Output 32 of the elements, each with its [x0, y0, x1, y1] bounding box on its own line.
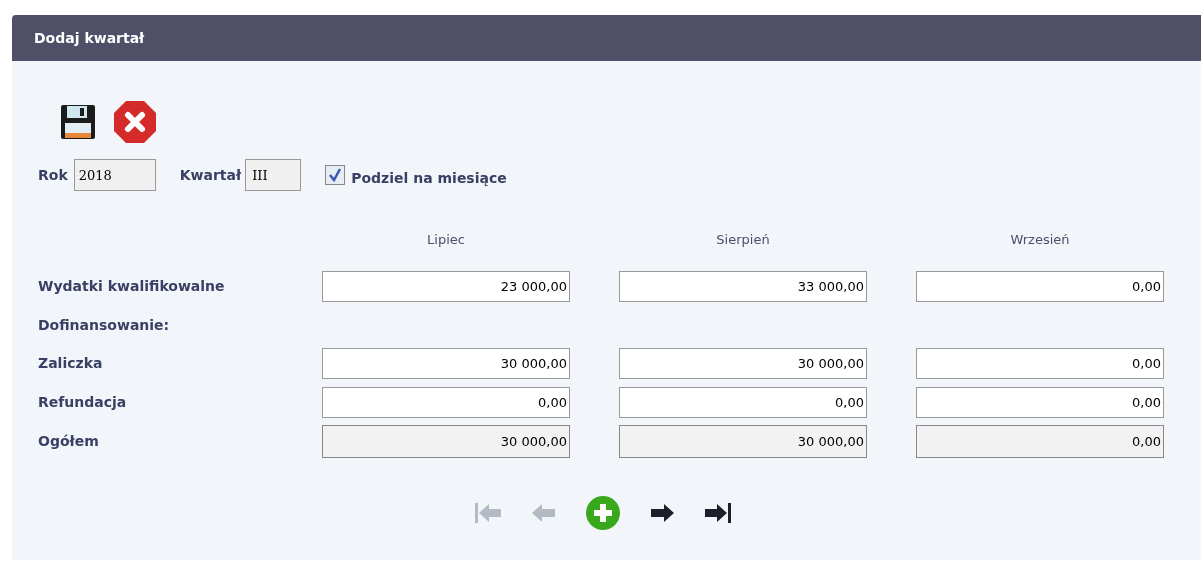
window-title: Dodaj kwartał — [34, 28, 145, 48]
last-page-icon[interactable] — [703, 502, 733, 524]
quarter-label: Kwartał — [179, 165, 242, 185]
year-label: Rok — [38, 165, 68, 185]
amount-field[interactable]: 0,00 — [322, 387, 570, 418]
amount-field[interactable]: 30 000,00 — [322, 348, 570, 379]
add-icon[interactable] — [585, 495, 621, 531]
row-label: Zaliczka — [38, 354, 104, 373]
column-header: Lipiec — [426, 231, 466, 249]
column-header: Wrzesień — [1009, 231, 1071, 249]
amount-field[interactable]: 0,00 — [916, 387, 1164, 418]
amount-field[interactable]: 30 000,00 — [619, 348, 867, 379]
amount-field[interactable]: 0,00 — [619, 387, 867, 418]
row-label: Dofinansowanie: — [38, 315, 171, 335]
year-field[interactable]: 2018 — [73, 159, 156, 191]
column-header: Sierpień — [715, 231, 771, 249]
amount-field[interactable]: 33 000,00 — [619, 271, 867, 302]
total-field[interactable]: 30 000,00 — [619, 425, 867, 458]
save-icon[interactable] — [60, 104, 96, 140]
checkbox[interactable] — [325, 165, 346, 185]
row-label: Refundacja — [38, 393, 128, 412]
total-field[interactable]: 0,00 — [916, 425, 1164, 458]
quarter-field[interactable]: III — [245, 159, 302, 191]
total-field[interactable]: 30 000,00 — [322, 425, 570, 458]
amount-field[interactable]: 0,00 — [916, 271, 1164, 302]
row-label: Wydatki kwalifikowalne — [38, 277, 226, 296]
checkbox-label: Podziel na miesiące — [351, 168, 507, 188]
cancel-icon[interactable] — [112, 99, 158, 145]
next-icon[interactable] — [649, 502, 675, 524]
amount-field[interactable]: 0,00 — [916, 348, 1164, 379]
row-label: Ogółem — [38, 432, 100, 451]
amount-field[interactable]: 23 000,00 — [322, 271, 570, 302]
